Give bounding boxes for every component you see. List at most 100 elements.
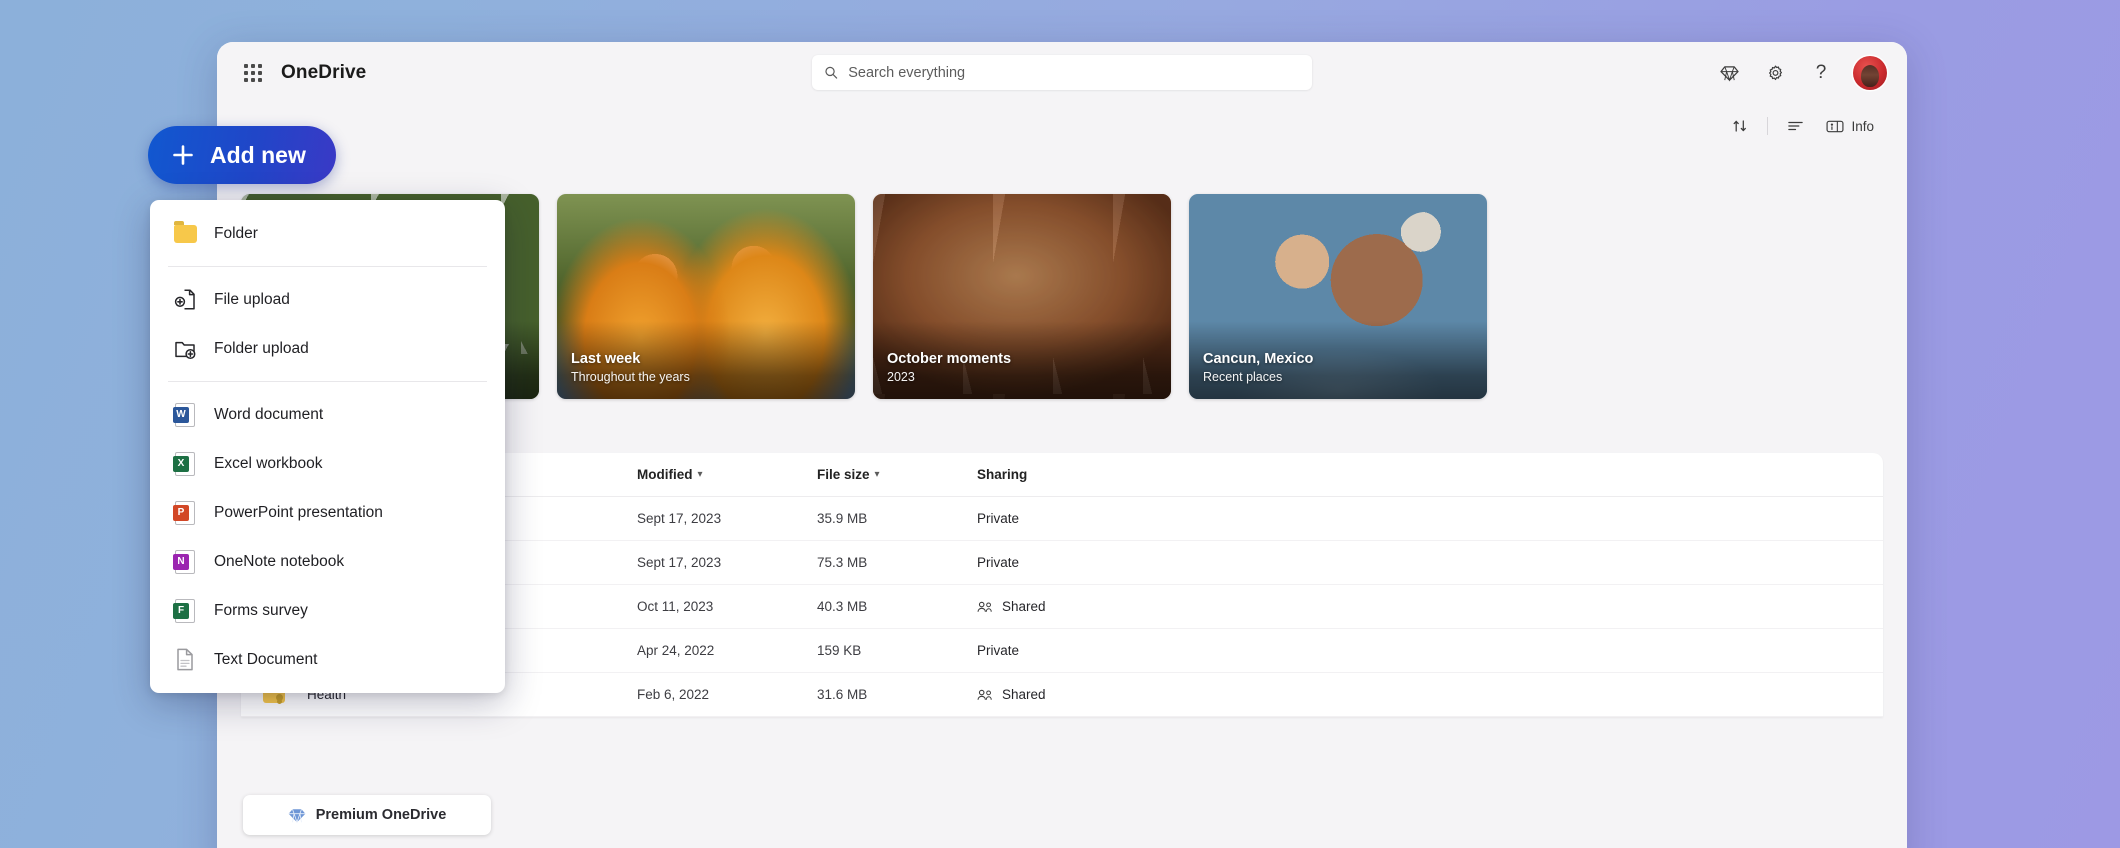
info-label: Info — [1851, 118, 1874, 134]
row-sharing: Shared — [977, 599, 1177, 614]
row-sharing-label: Shared — [1002, 687, 1046, 702]
row-file-size: 31.6 MB — [817, 687, 868, 702]
suite-header-bar: OneDrive Search everything ? — [217, 42, 1907, 104]
card-text: Last week Throughout the years — [571, 350, 690, 386]
brand-title: OneDrive — [281, 62, 367, 83]
gear-icon — [1768, 64, 1782, 80]
suite-actions: ? — [1709, 42, 1887, 104]
plus-icon — [173, 145, 193, 165]
card-title: Cancun, Mexico — [1203, 351, 1314, 367]
word-icon: W — [172, 402, 198, 427]
for-you-card[interactable]: Last week Throughout the years — [557, 194, 855, 399]
row-sharing-label: Private — [977, 643, 1020, 658]
menu-item-label: PowerPoint presentation — [214, 503, 383, 521]
row-modified: Apr 24, 2022 — [637, 643, 715, 658]
text-document-icon — [172, 648, 198, 671]
help-question-icon: ? — [1815, 62, 1827, 83]
menu-divider — [168, 381, 487, 382]
menu-item-label: Folder — [214, 224, 258, 242]
forms-icon: F — [172, 598, 198, 623]
sort-arrows-icon — [1734, 120, 1747, 132]
menu-item-label: Excel workbook — [214, 454, 323, 472]
column-header-modified[interactable]: Modified ▾ — [637, 467, 817, 482]
people-shared-icon — [977, 601, 992, 612]
menu-item-forms-survey[interactable]: F Forms survey — [150, 586, 505, 635]
menu-divider — [168, 266, 487, 267]
menu-item-file-upload[interactable]: File upload — [150, 275, 505, 324]
menu-item-label: OneNote notebook — [214, 552, 345, 570]
row-modified: Sept 17, 2023 — [637, 511, 722, 526]
folder-icon — [172, 221, 198, 243]
menu-item-label: File upload — [214, 290, 290, 308]
column-header-file-size-label: File size — [817, 467, 870, 482]
card-text: Cancun, Mexico Recent places — [1203, 350, 1313, 386]
onenote-icon: N — [172, 549, 198, 574]
view-options-button[interactable] — [1778, 110, 1813, 142]
for-you-heading: For you — [245, 160, 1883, 180]
menu-item-text-document[interactable]: Text Document — [150, 635, 505, 684]
chevron-down-icon: ▾ — [697, 469, 703, 480]
menu-item-label: Folder upload — [214, 339, 309, 357]
for-you-card[interactable]: Cancun, Mexico Recent places — [1189, 194, 1487, 399]
info-panel-icon — [1826, 120, 1844, 132]
list-view-icon — [1788, 121, 1804, 131]
menu-item-word-document[interactable]: W Word document — [150, 390, 505, 439]
menu-item-powerpoint-presentation[interactable]: P PowerPoint presentation — [150, 488, 505, 537]
premium-diamond-button[interactable] — [1709, 53, 1749, 93]
avatar[interactable] — [1853, 56, 1887, 90]
powerpoint-icon: P — [172, 500, 198, 525]
search-icon — [825, 66, 838, 79]
card-title: Last week — [571, 351, 641, 367]
row-file-size: 159 KB — [817, 643, 862, 658]
folder-upload-icon — [172, 338, 198, 360]
card-subtitle: Recent places — [1203, 370, 1283, 385]
command-bar-divider — [1767, 117, 1769, 135]
for-you-card[interactable]: October moments 2023 — [873, 194, 1171, 399]
row-sharing: Shared — [977, 687, 1177, 702]
settings-button[interactable] — [1755, 53, 1795, 93]
sort-button[interactable] — [1723, 110, 1757, 142]
menu-item-label: Word document — [214, 405, 324, 423]
file-upload-icon — [172, 288, 198, 311]
info-button[interactable]: Info — [1817, 110, 1883, 142]
row-sharing-label: Private — [977, 511, 1020, 526]
row-modified: Feb 6, 2022 — [637, 687, 710, 702]
row-sharing: Private — [977, 643, 1177, 658]
menu-item-excel-workbook[interactable]: X Excel workbook — [150, 439, 505, 488]
row-file-size: 35.9 MB — [817, 511, 868, 526]
help-button[interactable]: ? — [1801, 53, 1841, 93]
diamond-icon — [1719, 65, 1739, 82]
command-bar: Info — [217, 104, 1907, 148]
menu-item-label: Text Document — [214, 650, 318, 668]
menu-item-folder-upload[interactable]: Folder upload — [150, 324, 505, 373]
card-text: October moments 2023 — [887, 350, 1011, 386]
row-file-size: 40.3 MB — [817, 599, 868, 614]
add-new-button[interactable]: Add new — [148, 126, 336, 184]
diamond-icon — [288, 808, 306, 824]
column-header-file-size[interactable]: File size ▾ — [817, 467, 977, 482]
people-shared-icon — [977, 689, 992, 700]
chevron-down-icon: ▾ — [874, 469, 880, 480]
column-header-modified-label: Modified — [637, 467, 693, 482]
row-file-size: 75.3 MB — [817, 555, 868, 570]
card-subtitle: Throughout the years — [571, 370, 690, 385]
row-modified: Oct 11, 2023 — [637, 599, 714, 614]
add-new-label: Add new — [210, 141, 306, 168]
screenshot-root: OneDrive Search everything ? Info Last w… — [0, 0, 2120, 848]
premium-onedrive-button[interactable]: Premium OneDrive — [243, 795, 491, 835]
search-box[interactable] — [812, 55, 1312, 90]
search-input[interactable] — [848, 64, 1300, 81]
app-launcher-icon[interactable] — [235, 55, 271, 91]
row-modified: Sept 17, 2023 — [637, 555, 722, 570]
excel-icon: X — [172, 451, 198, 476]
menu-item-onenote-notebook[interactable]: N OneNote notebook — [150, 537, 505, 586]
card-subtitle: 2023 — [887, 370, 915, 385]
row-sharing: Private — [977, 511, 1177, 526]
column-header-sharing-label: Sharing — [977, 467, 1028, 482]
column-header-sharing[interactable]: Sharing — [977, 467, 1177, 482]
row-sharing: Private — [977, 555, 1177, 570]
waffle-grid — [244, 64, 262, 82]
menu-item-folder[interactable]: Folder — [150, 209, 505, 258]
row-sharing-label: Private — [977, 555, 1020, 570]
premium-label: Premium OneDrive — [315, 807, 447, 823]
